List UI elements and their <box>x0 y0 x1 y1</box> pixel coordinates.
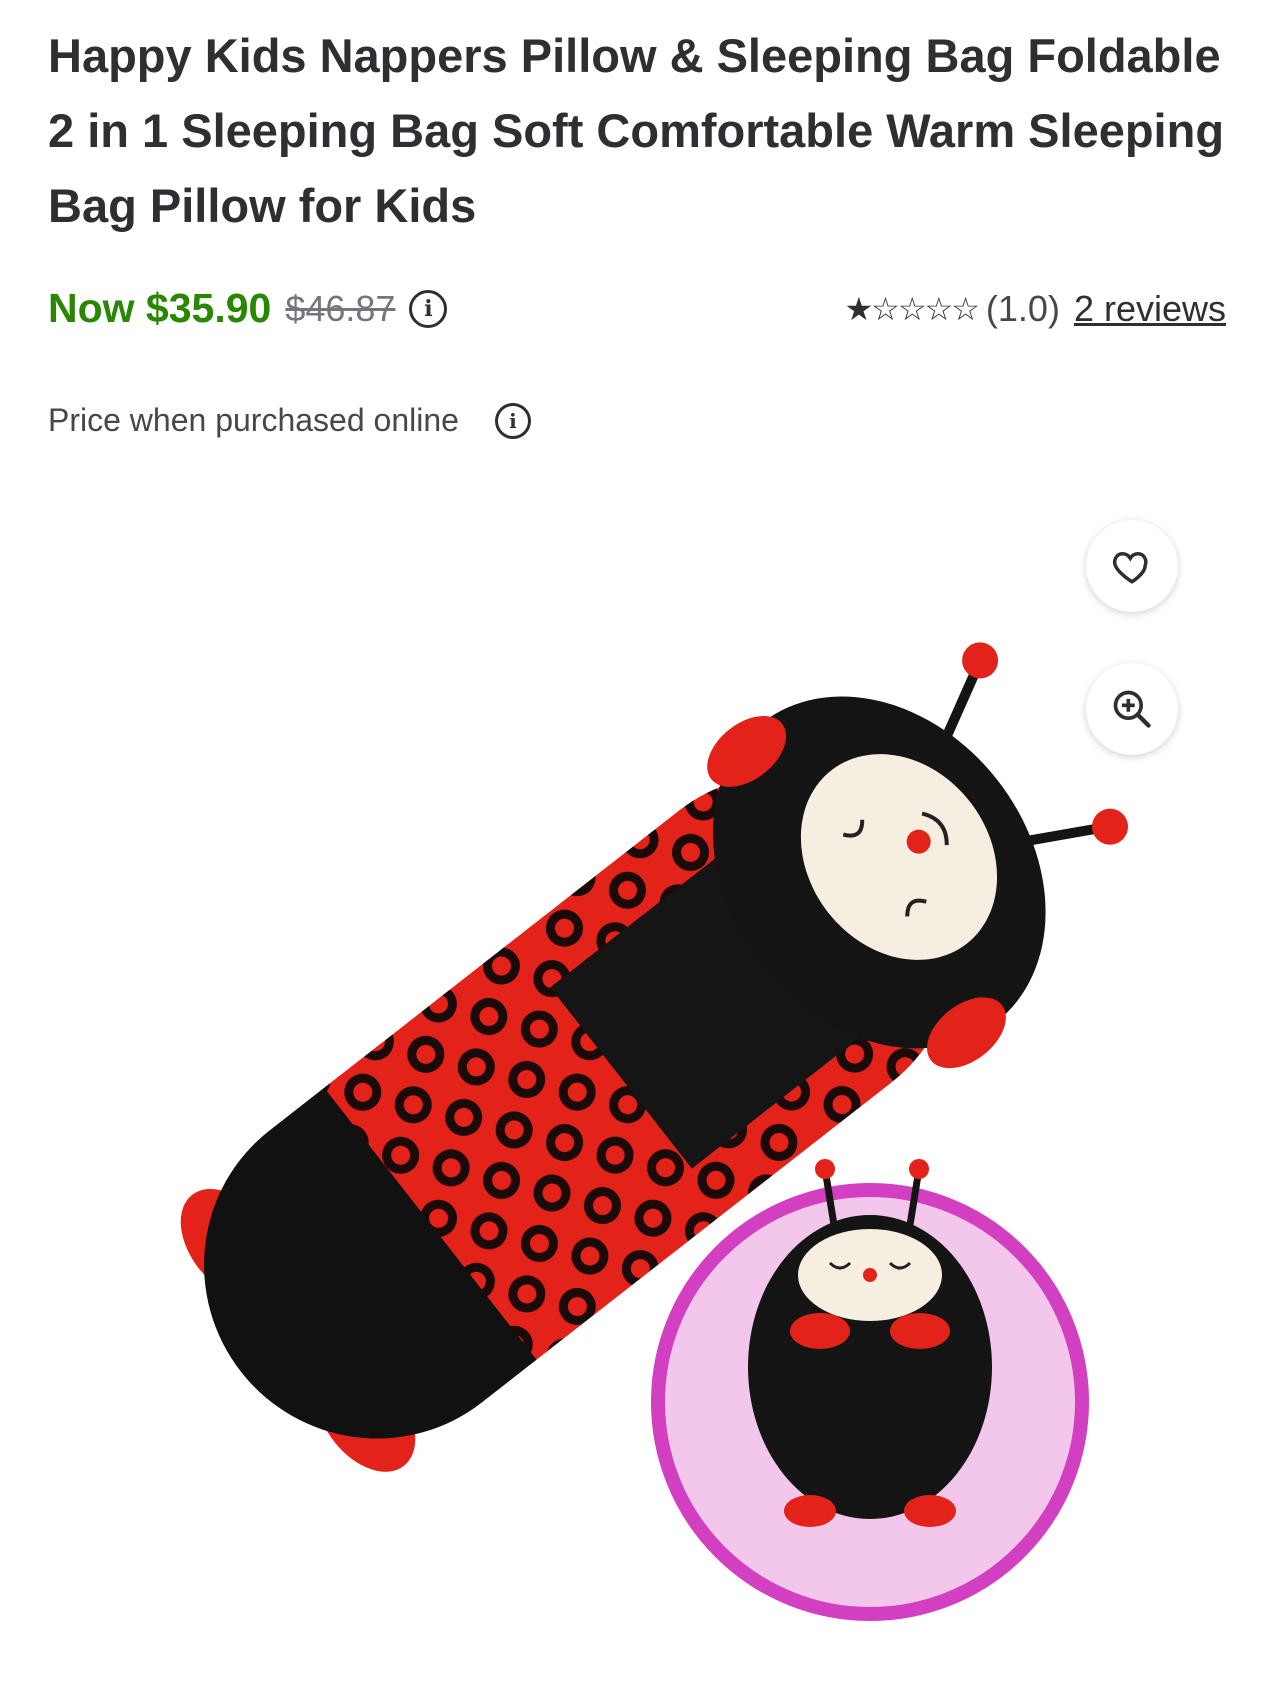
price-row: Now $35.90 $46.87 i <box>48 285 448 332</box>
product-title: Happy Kids Nappers Pillow & Sleeping Bag… <box>48 29 1225 232</box>
zoom-button[interactable] <box>1086 663 1178 755</box>
rating-summary: ★ ☆ ☆ ☆ ☆ (1.0) 2 reviews <box>844 288 1226 330</box>
star-empty-icon: ☆ <box>897 290 927 328</box>
current-price: Now $35.90 <box>48 285 272 331</box>
pillow-inset-illustration <box>651 1159 1089 1621</box>
reviews-link[interactable]: 2 reviews <box>1074 288 1226 330</box>
star-empty-icon: ☆ <box>951 290 980 328</box>
rating-value: (1.0) <box>985 288 1060 329</box>
star-filled-icon: ★ <box>844 290 873 328</box>
zoom-in-icon <box>1113 690 1151 728</box>
price-info-icon[interactable]: i <box>409 289 448 328</box>
favorite-button[interactable] <box>1086 520 1178 612</box>
price-note-info-icon[interactable]: i <box>494 402 531 439</box>
star-empty-icon: ☆ <box>871 290 900 328</box>
product-image[interactable] <box>48 475 1228 1703</box>
price-note-text: Price when purchased online <box>48 402 459 438</box>
original-price: $46.87 <box>285 287 396 329</box>
price-note: Price when purchased online i <box>48 402 531 439</box>
star-empty-icon: ☆ <box>924 290 954 328</box>
star-rating: ★ ☆ ☆ ☆ ☆ <box>844 290 980 328</box>
heart-icon <box>1112 551 1148 584</box>
